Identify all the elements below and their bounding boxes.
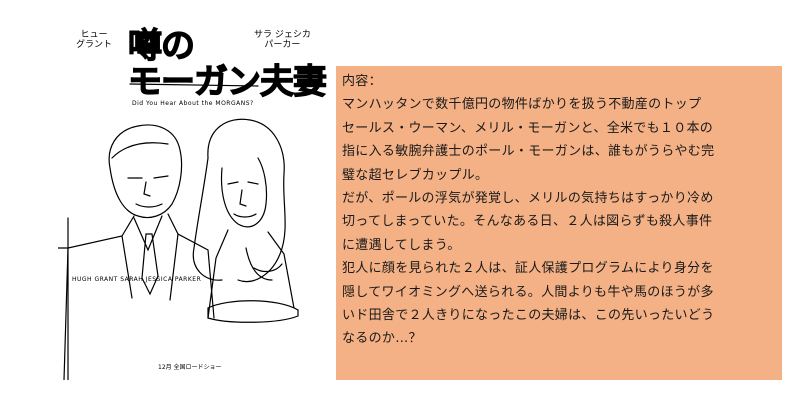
poster-title: 噂の モーガン夫妻: [127, 26, 327, 102]
poster-title-english: Did You Hear About the MORGANS?: [132, 100, 254, 107]
poster-actor-left: ヒュー グラント: [76, 30, 112, 50]
synopsis-line: だが、ポールの浮気が発覚し、メリルの気持ちはすっかり冷め: [342, 191, 714, 207]
actor-left-line1: ヒュー: [80, 30, 108, 40]
synopsis-line: 隠してワイオミングへ送られる。人間よりも牛や馬のほうが多: [342, 284, 714, 300]
poster-cast-names: HUGH GRANT SARAH JESSICA PARKER: [72, 276, 202, 283]
synopsis-line: なるのか…？: [342, 331, 422, 347]
synopsis-panel: 内容： マンハッタンで数千億円の物件ばかりを扱う不動産のトップ セールス・ウーマ…: [336, 66, 782, 380]
movie-poster: ヒュー グラント サラ ジェシカ パーカー 噂の モーガン夫妻 Did You …: [58, 18, 328, 380]
actor-left-line2: グラント: [76, 40, 113, 50]
poster-title-line1: 噂の: [127, 26, 195, 66]
synopsis-heading: 内容：: [342, 74, 382, 89]
synopsis-line: セールス・ウーマン、メリル・モーガンと、全米でも１０本の: [342, 120, 714, 136]
synopsis-line: 指に入る敏腕弁護士のポール・モーガンは、誰もがうらやむ完: [342, 144, 715, 160]
synopsis-line: いド田舎で２人きりになったこの夫婦は、この先いったいどう: [342, 308, 715, 324]
synopsis-line: 璧な超セレブカップル。: [342, 167, 489, 183]
synopsis-line: マンハッタンで数千億円の物件ばかりを扱う不動産のトップ: [342, 97, 702, 113]
poster-release-credit: 12月 全国ロードショー: [158, 364, 222, 371]
synopsis-line: 犯人に顔を見られた２人は、証人保護プログラムにより身分を: [342, 261, 714, 277]
synopsis-line: に遭遇してしまう。: [342, 237, 461, 253]
synopsis-line: 切ってしまっていた。そんなある日、２人は図らずも殺人事件: [342, 214, 713, 230]
poster-title-line2: モーガン夫妻: [127, 62, 327, 102]
